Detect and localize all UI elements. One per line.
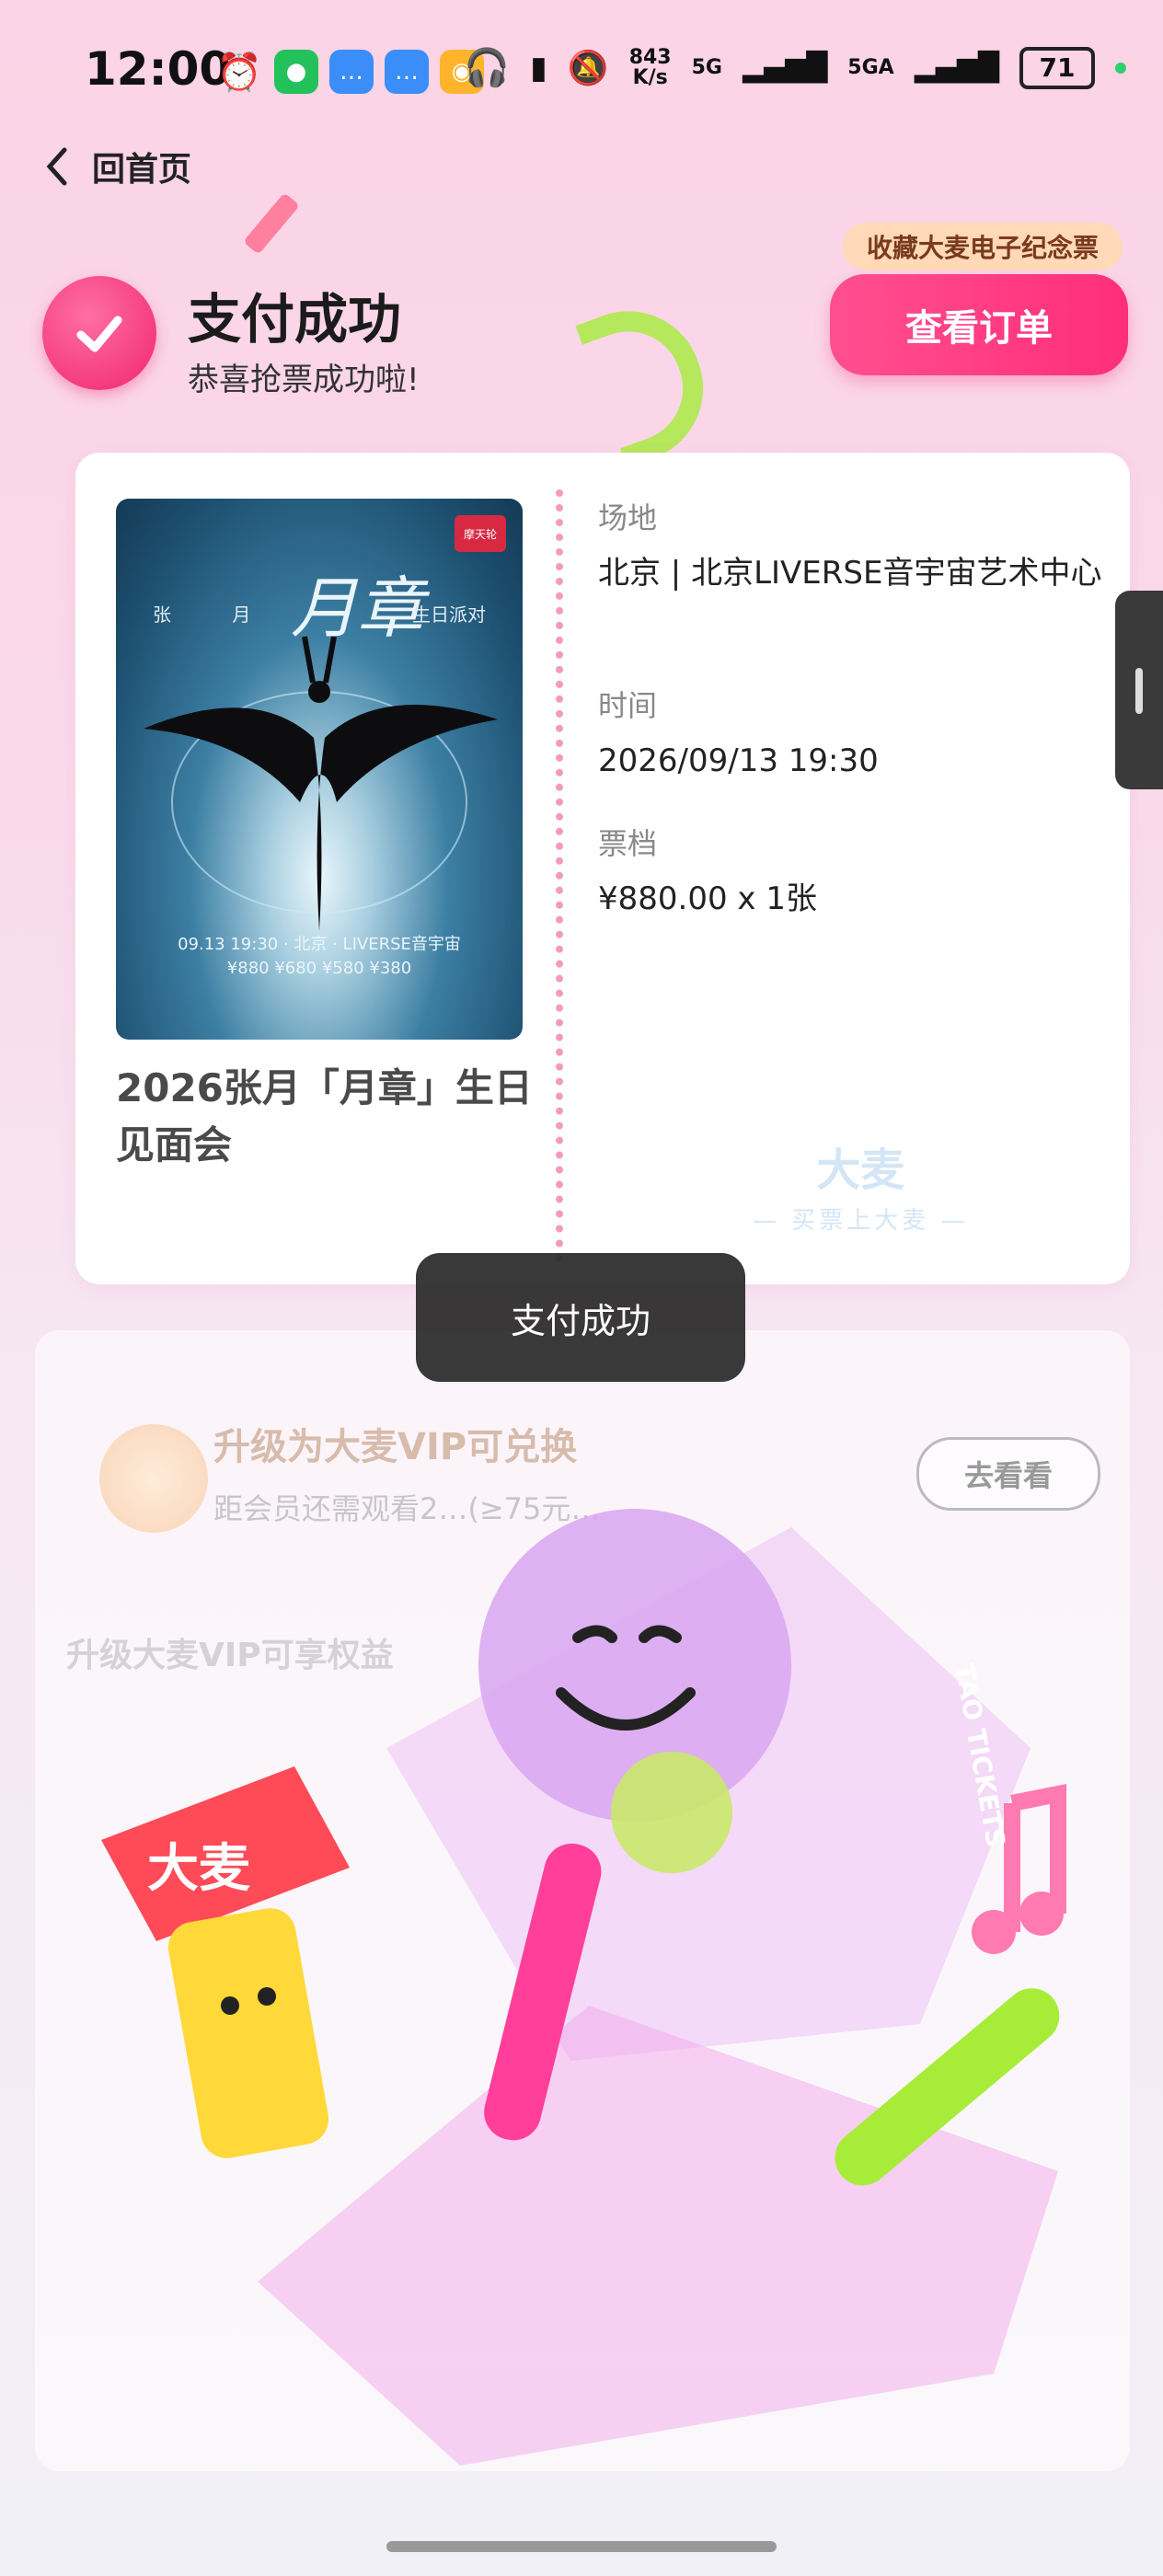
venue-label: 场地 [598, 500, 658, 535]
ticket-card: 摩天轮 张 月 月章 生日派对 09.13 19:30 · 北京 · LIVER… [75, 453, 1130, 1284]
success-check-icon [42, 276, 156, 390]
status-dot [1115, 62, 1126, 74]
toast-message: 支付成功 [416, 1253, 745, 1382]
status-right: 🎧 ▮ 🔕 843 K/s 5G ▂▄▆█ 5GA ▂▄▆█ 71 [464, 46, 1126, 89]
wechat-icon: ● [274, 50, 318, 94]
battery-saver-icon: ▮ [530, 49, 547, 86]
message-icon: … [329, 50, 374, 94]
venue-info: 场地 北京 | 北京LIVERSE音宇宙艺术中心 [598, 495, 1113, 598]
page-subtitle: 恭喜抢票成功啦! [188, 362, 420, 398]
damai-watermark: 大麦 — 买票上大麦 — [753, 1133, 969, 1236]
tier-value: ¥880.00 x 1张 [598, 880, 817, 917]
page-title: 支付成功 [188, 288, 402, 351]
home-indicator[interactable] [386, 2541, 777, 2552]
mute-icon: 🔕 [567, 49, 609, 87]
watermark-brand: 大麦 [816, 1144, 905, 1196]
clock: 12:00 [85, 42, 232, 96]
tier-label: 票档 [598, 826, 658, 861]
event-poster[interactable]: 摩天轮 张 月 月章 生日派对 09.13 19:30 · 北京 · LIVER… [116, 499, 523, 1040]
confetti [243, 192, 300, 255]
status-bar: 12:00 ⏰ ● … … ◉ 🎧 ▮ 🔕 843 K/s 5G ▂▄▆█ 5GA… [0, 0, 1163, 147]
view-order-button[interactable]: 查看订单 [830, 274, 1128, 375]
signal-5g: 5G [691, 55, 722, 79]
collect-souvenir-tag[interactable]: 收藏大麦电子纪念票 [843, 223, 1123, 270]
chevron-left-icon [46, 147, 67, 186]
confetti [575, 290, 724, 468]
signal-bars-icon: ▂▄▆█ [743, 52, 828, 84]
battery-icon: 71 [1019, 46, 1095, 89]
poster-price-line: ¥880 ¥680 ¥580 ¥380 [226, 959, 412, 978]
message-icon: … [385, 50, 429, 94]
side-drawer-handle[interactable] [1115, 591, 1163, 789]
time-label: 时间 [598, 688, 658, 723]
net-speed: 843 K/s [628, 45, 672, 89]
alarm-icon: ⏰ [216, 51, 262, 94]
back-home-label: 回首页 [92, 151, 192, 189]
watermark-slogan: — 买票上大麦 — [753, 1207, 969, 1235]
svg-text:大麦: 大麦 [147, 1839, 250, 1899]
celebration-illustration: 大麦 TAO TICKETS [101, 1509, 1066, 2466]
time-value: 2026/09/13 19:30 [598, 742, 879, 779]
signal-5ga: 5GA [847, 55, 894, 79]
venue-value: 北京 | 北京LIVERSE音宇宙艺术中心 [598, 555, 1102, 592]
headphones-icon: 🎧 [464, 47, 511, 89]
time-info: 时间 2026/09/13 19:30 [598, 683, 1113, 786]
tier-info: 票档 ¥880.00 x 1张 [598, 821, 1113, 924]
back-home-button[interactable]: 回首页 [46, 143, 191, 190]
ticket-perforation [556, 489, 563, 1262]
event-name: 2026张月「月章」生日见面会 [116, 1065, 533, 1167]
signal-bars-icon: ▂▄▆█ [914, 52, 999, 84]
poster-date-line: 09.13 19:30 · 北京 · LIVERSE音宇宙 [178, 935, 461, 954]
